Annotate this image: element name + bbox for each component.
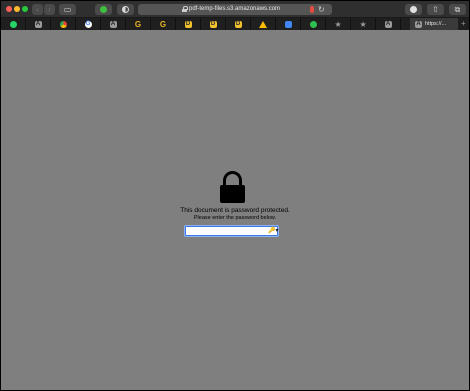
tab-whatsapp[interactable] (1, 18, 26, 30)
chrome-icon (59, 20, 67, 28)
extension-button[interactable] (95, 4, 112, 15)
close-window-button[interactable] (6, 6, 12, 12)
contrast-icon (122, 6, 129, 13)
tab-a-2[interactable]: A (101, 18, 126, 30)
g-icon: G (134, 19, 142, 29)
tab-green[interactable] (301, 18, 326, 30)
extension-icon (100, 6, 107, 13)
sidebar-toggle-button[interactable]: ▭ (59, 4, 76, 15)
browser-window: ‹ › ▭ pdf-temp-files.s3.amazonaws.com ↻ … (1, 1, 469, 390)
g-icon: G (159, 19, 167, 29)
whatsapp-icon (9, 20, 17, 28)
share-button[interactable]: ⇧ (427, 4, 444, 15)
password-prompt-subtitle: Please enter the password below. (193, 215, 277, 221)
password-prompt-title: This document is password protected. (180, 207, 290, 214)
tab-doc-1[interactable]: D (176, 18, 201, 30)
star-icon: ★ (359, 19, 367, 29)
download-icon (410, 6, 417, 13)
minimize-window-button[interactable] (14, 6, 20, 12)
a-icon: A (109, 20, 117, 28)
tab-doc-3[interactable]: D (226, 18, 251, 30)
yellow-doc-icon: D (184, 20, 192, 28)
tab-active[interactable]: A https://... (410, 18, 458, 30)
tab-doc-2[interactable]: D (201, 18, 226, 30)
key-icon[interactable]: 🔑▾ (268, 228, 278, 234)
tab-bar: A G A G G D D D ★ ★ A A https://... + (1, 18, 469, 30)
tab-docs[interactable] (276, 18, 301, 30)
microphone-icon[interactable] (310, 6, 314, 13)
tab-drive[interactable] (251, 18, 276, 30)
tab-google[interactable]: G (76, 18, 101, 30)
drive-icon (259, 20, 267, 28)
lock-icon (182, 6, 188, 12)
maximize-window-button[interactable] (22, 6, 28, 12)
tab-g-1[interactable]: G (126, 18, 151, 30)
padlock-icon (220, 171, 245, 203)
green-circle-icon (309, 20, 317, 28)
back-button[interactable]: ‹ (32, 4, 43, 15)
tab-a-3[interactable]: A (376, 18, 401, 30)
tab-a[interactable]: A (26, 18, 51, 30)
tab-g-2[interactable]: G (151, 18, 176, 30)
password-input[interactable] (185, 226, 278, 236)
tab-star-1[interactable]: ★ (326, 18, 351, 30)
pdf-viewer: This document is password protected. Ple… (1, 30, 469, 390)
downloads-button[interactable] (405, 4, 422, 15)
appearance-button[interactable] (117, 4, 134, 15)
a-icon: A (34, 20, 42, 28)
reload-button[interactable]: ↻ (318, 4, 325, 15)
title-bar: ‹ › ▭ pdf-temp-files.s3.amazonaws.com ↻ … (1, 1, 469, 18)
google-icon: G (84, 20, 92, 28)
docs-icon (284, 20, 292, 28)
star-icon: ★ (334, 19, 342, 29)
address-bar-url: pdf-temp-files.s3.amazonaws.com (189, 6, 281, 12)
a-icon: A (384, 20, 392, 28)
a-icon: A (415, 20, 422, 28)
tab-chrome[interactable] (51, 18, 76, 30)
forward-button[interactable]: › (44, 4, 55, 15)
active-tab-title: https://... (425, 21, 447, 27)
tab-overview-button[interactable]: ⧉ (449, 4, 466, 15)
yellow-doc-icon: D (234, 20, 242, 28)
address-bar[interactable]: pdf-temp-files.s3.amazonaws.com ↻ (138, 4, 332, 15)
yellow-doc-icon: D (209, 20, 217, 28)
new-tab-button[interactable]: + (461, 18, 466, 30)
tab-star-2[interactable]: ★ (351, 18, 376, 30)
